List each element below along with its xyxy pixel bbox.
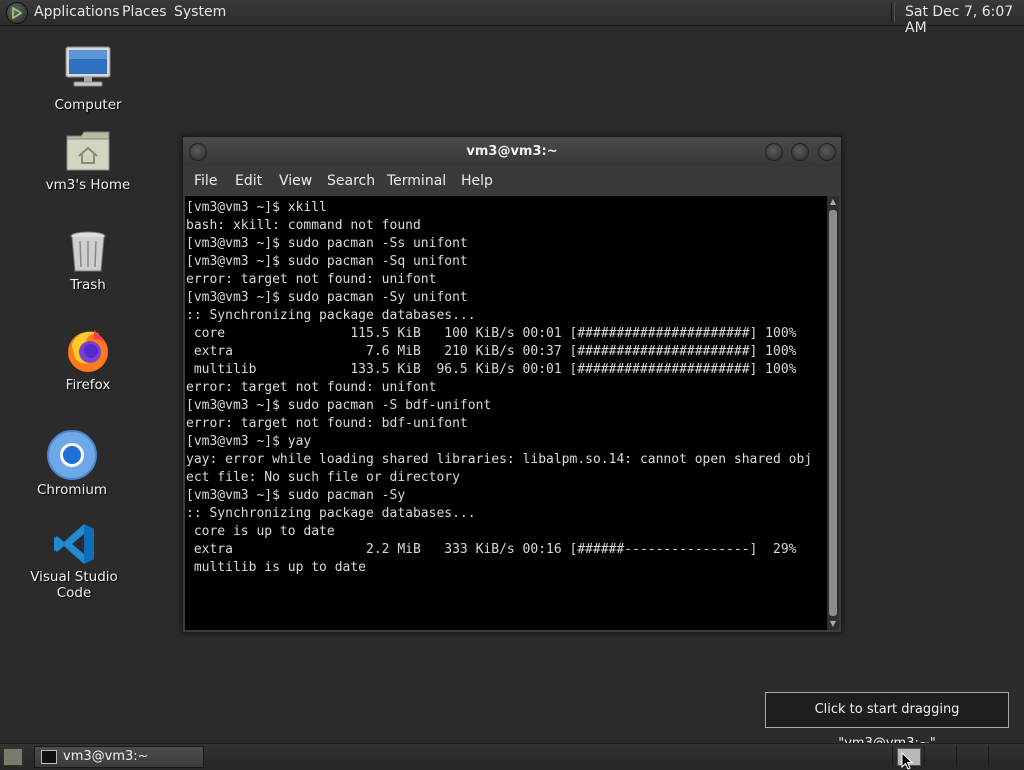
- menu-help[interactable]: Help: [461, 173, 493, 189]
- terminal-line: core is up to date: [193, 524, 335, 539]
- menu-applications[interactable]: Applications: [34, 4, 120, 20]
- terminal-icon: [41, 750, 57, 764]
- trash-icon: [70, 231, 106, 272]
- top-panel: Applications Places System Sat Dec 7, 6:…: [0, 0, 1024, 36]
- drag-tooltip: Click to start dragging "vm3@vm3:~": [765, 692, 1009, 751]
- terminal-window[interactable]: vm3@vm3:~ File Edit View Search Terminal…: [182, 136, 842, 633]
- taskbar-item-label: vm3@vm3:~: [63, 749, 149, 764]
- terminal-line: error: target not found: unifont: [186, 380, 437, 395]
- vscode-icon: [54, 524, 94, 564]
- scroll-down-arrow-icon[interactable]: ▼: [827, 618, 839, 630]
- terminal-line: extra 7.6 MiB 210 KiB/s 00:37 [#########…: [193, 344, 797, 359]
- terminal-line: bash: xkill: command not found: [186, 218, 421, 233]
- desktop-icon-trash[interactable]: Trash: [28, 228, 148, 296]
- terminal-line: [vm3@vm3 ~]$ sudo pacman -Sy: [186, 488, 406, 503]
- terminal-line: core 115.5 KiB 100 KiB/s 00:01 [########…: [193, 326, 797, 341]
- terminal-line: [vm3@vm3 ~]$ xkill: [186, 200, 327, 215]
- menu-system[interactable]: System: [174, 4, 226, 20]
- terminal-line: extra 2.2 MiB 333 KiB/s 00:16 [######---…: [193, 542, 797, 557]
- terminal-line: [vm3@vm3 ~]$ sudo pacman -Sy unifont: [186, 290, 468, 305]
- workspace-4[interactable]: [988, 746, 1019, 766]
- menu-view[interactable]: View: [279, 173, 312, 189]
- firefox-icon: [68, 330, 108, 372]
- terminal-line: [vm3@vm3 ~]$ sudo pacman -Ss unifont: [186, 236, 468, 251]
- minimize-button[interactable]: [765, 143, 783, 161]
- terminal-line: [vm3@vm3 ~]$ sudo pacman -S bdf-unifont: [186, 398, 492, 413]
- desktop-icon-firefox[interactable]: Firefox: [28, 326, 148, 396]
- desktop-icon-label: Firefox: [65, 377, 111, 393]
- terminal-line: :: Synchronizing package databases...: [186, 308, 476, 323]
- desktop-icon-chromium[interactable]: Chromium: [12, 428, 132, 498]
- terminal-scrollbar[interactable]: ▲ ▼: [827, 196, 839, 630]
- desktop-icon-label: vm3's Home: [45, 177, 131, 193]
- computer-icon: [65, 46, 111, 87]
- terminal-line: error: target not found: bdf-unifont: [186, 416, 468, 431]
- terminal-line: multilib 133.5 KiB 96.5 KiB/s 00:01 [###…: [193, 362, 797, 377]
- terminal-menubar: File Edit View Search Terminal Help: [183, 167, 841, 195]
- desktop-icon-label: Computer: [54, 97, 122, 113]
- applications-logo-icon[interactable]: [6, 2, 28, 24]
- close-button[interactable]: [818, 143, 836, 161]
- home-folder-icon: [66, 131, 110, 171]
- terminal-line: yay: error while loading shared librarie…: [186, 452, 813, 467]
- menu-edit[interactable]: Edit: [235, 173, 262, 189]
- chromium-icon: [47, 430, 97, 480]
- menu-places[interactable]: Places: [122, 4, 167, 20]
- terminal-line: ect file: No such file or directory: [186, 470, 460, 485]
- taskbar-item-terminal[interactable]: vm3@vm3:~: [34, 746, 204, 768]
- scroll-up-arrow-icon[interactable]: ▲: [827, 196, 839, 208]
- terminal-line: multilib is up to date: [193, 560, 367, 575]
- window-title: vm3@vm3:~: [466, 144, 558, 159]
- terminal-line: [vm3@vm3 ~]$ sudo pacman -Sq unifont: [186, 254, 468, 269]
- menu-terminal[interactable]: Terminal: [387, 173, 446, 189]
- workspace-2[interactable]: [924, 746, 955, 766]
- desktop-icon-label: Chromium: [36, 482, 108, 498]
- terminal-text: [vm3@vm3 ~]$ xkill bash: xkill: command …: [185, 196, 827, 577]
- menu-file[interactable]: File: [194, 173, 217, 189]
- terminal-output[interactable]: [vm3@vm3 ~]$ xkill bash: xkill: command …: [185, 196, 827, 630]
- desktop-icon-label: Visual Studio Code: [30, 569, 118, 601]
- terminal-line: :: Synchronizing package databases...: [186, 506, 476, 521]
- maximize-button[interactable]: [791, 143, 809, 161]
- desktop-icon-home[interactable]: vm3's Home: [28, 128, 148, 196]
- mouse-cursor-icon: [901, 752, 914, 770]
- desktop-icon-vscode[interactable]: Visual Studio Code: [14, 520, 134, 601]
- window-titlebar[interactable]: vm3@vm3:~: [183, 137, 841, 167]
- terminal-line: [vm3@vm3 ~]$ yay: [186, 434, 312, 449]
- bottom-panel: vm3@vm3:~: [0, 743, 1024, 769]
- workspace-3[interactable]: [956, 746, 987, 766]
- show-desktop-icon[interactable]: [3, 748, 23, 766]
- terminal-line: error: target not found: unifont: [186, 272, 437, 287]
- clock[interactable]: Sat Dec 7, 6:07 AM: [905, 4, 1024, 36]
- panel-separator: [891, 3, 895, 22]
- desktop-icon-computer[interactable]: Computer: [28, 44, 148, 116]
- menu-search[interactable]: Search: [327, 173, 375, 189]
- scrollbar-thumb[interactable]: [829, 210, 837, 616]
- desktop-icon-label: Trash: [70, 277, 106, 293]
